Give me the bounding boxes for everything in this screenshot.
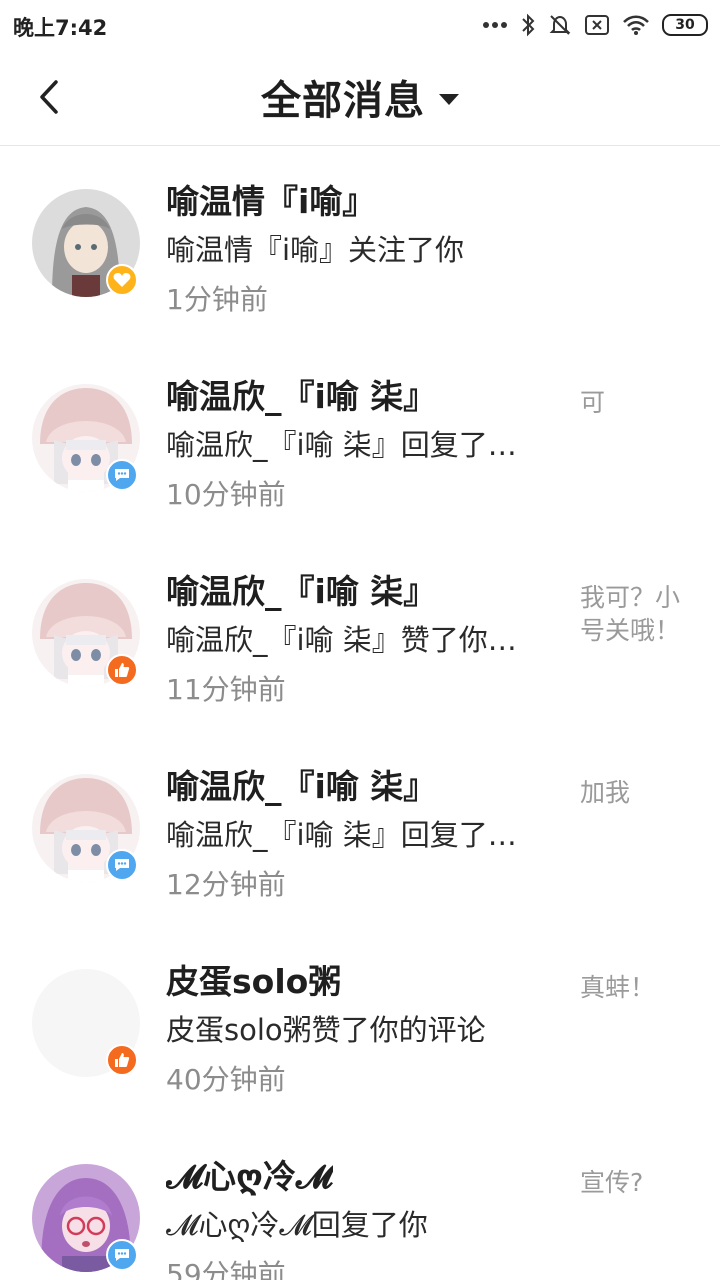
message-item[interactable]: 喻温欣_『i喻 柒』 喻温欣_『i喻 柒』赞了你… 11分钟前 我可？小号关哦！ bbox=[0, 537, 720, 732]
message-sender-name: 喻温欣_『i喻 柒』 bbox=[166, 377, 437, 416]
message-side-text: 我可？小号关哦！ bbox=[580, 583, 681, 645]
thumbs-up-icon bbox=[106, 1044, 138, 1076]
message-sender-name: 皮蛋solo粥 bbox=[166, 962, 342, 1001]
message-side-text: 加我 bbox=[580, 778, 631, 807]
sim-x-icon bbox=[584, 14, 610, 36]
message-sender-name: 喻温欣_『i喻 柒』 bbox=[166, 572, 437, 611]
avatar[interactable] bbox=[32, 579, 140, 687]
message-text: 喻温欣_『i喻 柒』回复了… bbox=[166, 818, 517, 852]
message-text: 喻温欣_『i喻 柒』赞了你… bbox=[166, 623, 517, 657]
title-bar: 全部消息 bbox=[0, 52, 720, 146]
wifi-icon bbox=[622, 14, 650, 36]
bluetooth-icon bbox=[520, 13, 536, 37]
message-item[interactable]: 喻温欣_『i喻 柒』 喻温欣_『i喻 柒』回复了… 10分钟前 可 bbox=[0, 342, 720, 537]
message-side-text: 宣传? bbox=[580, 1168, 644, 1197]
message-time: 59分钟前 bbox=[166, 1258, 286, 1280]
caret-down-icon bbox=[439, 93, 459, 105]
message-side-text: 真蚌！ bbox=[580, 973, 656, 1002]
page-title: 全部消息 bbox=[261, 78, 425, 124]
thumbs-up-icon bbox=[106, 654, 138, 686]
comment-icon bbox=[106, 849, 138, 881]
message-time: 11分钟前 bbox=[166, 673, 286, 706]
avatar[interactable] bbox=[32, 774, 140, 882]
message-sender-name: 喻温情『i喻』 bbox=[166, 182, 376, 221]
message-text: 喻温欣_『i喻 柒』回复了… bbox=[166, 428, 517, 462]
message-side-text: 可 bbox=[580, 388, 606, 417]
message-list: 喻温情『i喻』 喻温情『i喻』关注了你 1分钟前 喻温欣_『i喻 柒』 喻温欣_… bbox=[0, 147, 720, 1280]
message-item[interactable]: 喻温欣_『i喻 柒』 喻温欣_『i喻 柒』回复了… 12分钟前 加我 bbox=[0, 732, 720, 927]
avatar[interactable] bbox=[32, 1164, 140, 1272]
avatar[interactable] bbox=[32, 189, 140, 297]
message-text: 皮蛋solo粥赞了你的评论 bbox=[166, 1013, 486, 1047]
battery-icon: 30 bbox=[662, 14, 708, 36]
message-sender-name: 𝓜心ღ冷𝓜 bbox=[166, 1157, 333, 1196]
message-time: 1分钟前 bbox=[166, 283, 268, 316]
message-item[interactable]: 皮蛋solo粥 皮蛋solo粥赞了你的评论 40分钟前 真蚌！ bbox=[0, 927, 720, 1122]
heart-icon bbox=[106, 264, 138, 296]
status-bar: 晚上7:42 30 bbox=[0, 0, 720, 52]
message-text: 𝓜心ღ冷𝓜回复了你 bbox=[166, 1208, 428, 1242]
mute-bell-icon bbox=[548, 13, 572, 37]
title-dropdown[interactable]: 全部消息 bbox=[0, 68, 720, 126]
status-icons: 30 bbox=[482, 10, 708, 40]
message-sender-name: 喻温欣_『i喻 柒』 bbox=[166, 767, 437, 806]
avatar[interactable] bbox=[32, 384, 140, 492]
avatar[interactable] bbox=[32, 969, 140, 1077]
message-time: 10分钟前 bbox=[166, 478, 286, 511]
message-time: 12分钟前 bbox=[166, 868, 286, 901]
comment-icon bbox=[106, 459, 138, 491]
comment-icon bbox=[106, 1239, 138, 1271]
message-item[interactable]: 𝓜心ღ冷𝓜 𝓜心ღ冷𝓜回复了你 59分钟前 宣传? bbox=[0, 1122, 720, 1280]
message-item[interactable]: 喻温情『i喻』 喻温情『i喻』关注了你 1分钟前 bbox=[0, 147, 720, 342]
message-text: 喻温情『i喻』关注了你 bbox=[166, 233, 465, 267]
message-time: 40分钟前 bbox=[166, 1063, 286, 1096]
more-dots-icon bbox=[482, 21, 508, 29]
status-time: 晚上7:42 bbox=[13, 16, 108, 40]
